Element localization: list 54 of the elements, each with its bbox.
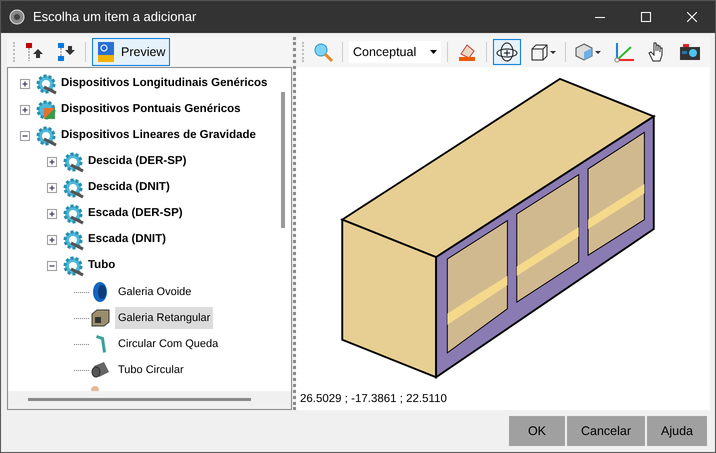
axes-icon <box>613 41 635 63</box>
expand-icon[interactable] <box>20 78 31 90</box>
paint-bucket-icon <box>457 42 477 62</box>
tree-item[interactable]: Tubo <box>88 257 116 275</box>
move-up-icon <box>24 43 44 61</box>
preview-button[interactable]: Preview <box>92 38 170 66</box>
gear-icon <box>35 99 57 121</box>
expand-icon[interactable] <box>47 234 58 246</box>
gear-icon <box>35 73 57 95</box>
gear-icon <box>35 125 57 147</box>
expand-icon[interactable] <box>20 104 31 116</box>
tree-item[interactable]: Dispositivos Pontuais Genéricos <box>61 101 241 119</box>
horizontal-scrollbar[interactable] <box>28 398 251 401</box>
vertical-scrollbar[interactable] <box>281 92 285 228</box>
tree-item[interactable]: Descida (DNIT) <box>88 179 170 197</box>
collapse-icon[interactable] <box>47 260 58 272</box>
search-icon <box>313 42 333 62</box>
tree-item[interactable]: Dispositivos Lineares de Gravidade <box>61 127 256 145</box>
wireframe-cube-icon <box>530 43 556 61</box>
window-title: Escolha um item a adicionar <box>33 8 198 26</box>
expand-icon[interactable] <box>47 182 58 194</box>
expand-icon[interactable] <box>47 208 58 220</box>
gear-icon <box>62 255 84 277</box>
collapse-icon[interactable] <box>20 130 31 142</box>
dialog-button[interactable]: OK <box>508 416 565 446</box>
camera-icon <box>679 43 701 61</box>
gear-icon <box>62 151 84 173</box>
move-down-icon <box>56 43 76 61</box>
dialog-button[interactable]: Cancelar <box>566 416 646 446</box>
tree-item[interactable]: Galeria Ovoide <box>115 280 194 304</box>
dwg-file-icon <box>97 41 117 63</box>
pipe-icon <box>94 334 106 354</box>
gear-icon <box>62 203 84 225</box>
close-icon <box>687 12 697 22</box>
gear-icon <box>62 229 84 251</box>
dialog-button[interactable]: Ajuda <box>647 416 707 446</box>
tree-item[interactable]: Galeria Retangular <box>115 306 214 330</box>
gear-icon <box>62 177 84 199</box>
visual-style-dropdown[interactable]: Conceptual <box>349 40 441 64</box>
tree-item[interactable]: Escada (DNIT) <box>88 231 166 249</box>
app-icon <box>9 9 25 25</box>
box-icon <box>89 307 111 329</box>
minimize-icon <box>595 16 605 18</box>
expand-icon[interactable] <box>47 156 58 168</box>
caret-icon <box>430 50 437 54</box>
orbit-button[interactable] <box>493 39 521 65</box>
orbit-icon <box>496 41 518 63</box>
maximize-icon <box>641 12 651 22</box>
tree-item[interactable]: Dispositivos Longitudinais Genéricos <box>61 75 268 93</box>
shaded-cube-icon <box>575 43 601 61</box>
tree-item[interactable]: Circular Com Queda <box>115 332 222 356</box>
tree-item[interactable]: Tubo Circular <box>115 358 187 382</box>
tree-item[interactable]: Escada (DER-SP) <box>88 205 183 223</box>
tree-item[interactable]: Descida (DER-SP) <box>88 153 186 171</box>
